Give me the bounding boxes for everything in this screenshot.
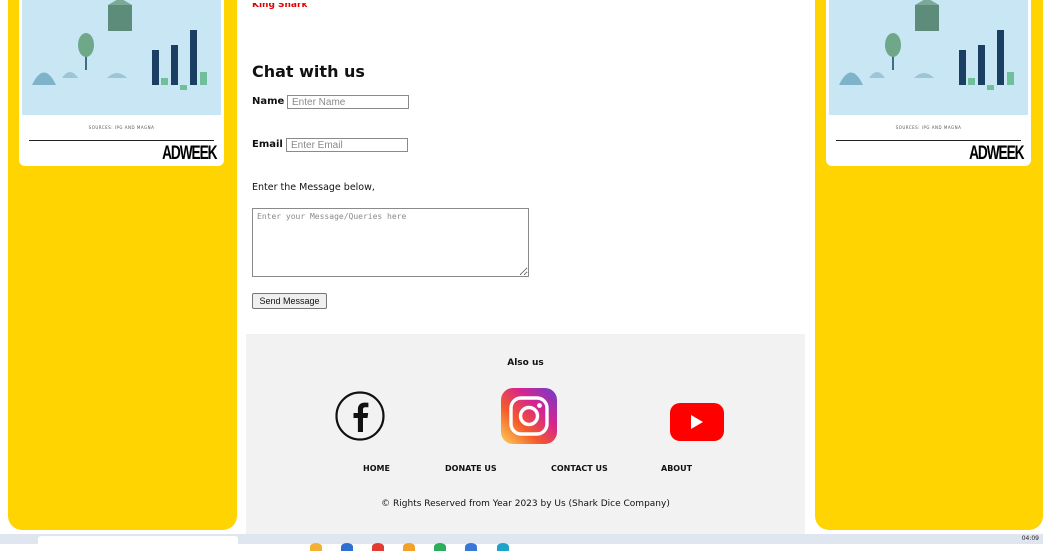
taskbar-search[interactable] [38, 536, 238, 544]
taskbar-clock: 04:09 [1021, 535, 1039, 542]
ad-divider [29, 140, 214, 141]
ad-card[interactable]: SOURCES: IPG AND MAGNA ADWEEK [19, 0, 224, 166]
article-kicker[interactable]: King Shark [252, 3, 307, 12]
left-ad-panel: SOURCES: IPG AND MAGNA ADWEEK [8, 0, 237, 530]
ad-sources: SOURCES: IPG AND MAGNA [88, 125, 155, 130]
ad-sources: SOURCES: IPG AND MAGNA [895, 125, 962, 130]
youtube-icon[interactable] [670, 403, 724, 441]
app-icon[interactable] [310, 543, 322, 551]
ad-card[interactable]: SOURCES: IPG AND MAGNA ADWEEK [826, 0, 1031, 166]
ad-divider [836, 140, 1021, 141]
app-icon[interactable] [465, 543, 478, 551]
footer-nav-about[interactable]: ABOUT [661, 464, 692, 473]
footer: Also us HOME DONATE US CONTACT US ABOUT … [246, 334, 805, 534]
email-label: Email [252, 139, 283, 150]
message-textarea[interactable] [252, 208, 529, 277]
facebook-icon[interactable] [334, 390, 386, 442]
name-label: Name [252, 96, 285, 107]
ad-logo: ADWEEK [161, 143, 217, 164]
app-icon[interactable] [341, 543, 354, 551]
copyright-text: © Rights Reserved from Year 2023 by Us (… [381, 499, 670, 509]
also-us-heading: Also us [507, 358, 544, 368]
email-input[interactable] [286, 138, 408, 152]
ad-illustration [22, 0, 221, 115]
send-message-button[interactable]: Send Message [252, 293, 327, 309]
footer-nav-home[interactable]: HOME [363, 464, 390, 473]
main-content: King Shark Chat with us Name Email Enter… [237, 0, 815, 544]
app-icon[interactable] [496, 543, 509, 551]
name-input[interactable] [287, 95, 409, 109]
ad-illustration [829, 0, 1028, 115]
right-ad-panel: SOURCES: IPG AND MAGNA ADWEEK [815, 0, 1043, 530]
taskbar-icons [310, 536, 640, 551]
ad-logo: ADWEEK [968, 143, 1024, 164]
taskbar: 04:09 [0, 534, 1043, 551]
footer-nav-donate[interactable]: DONATE US [445, 464, 497, 473]
chat-title: Chat with us [252, 62, 365, 81]
app-icon[interactable] [372, 543, 385, 551]
instagram-icon[interactable] [501, 388, 557, 444]
app-icon[interactable] [403, 543, 416, 551]
footer-nav-contact[interactable]: CONTACT US [551, 464, 608, 473]
message-prompt: Enter the Message below, [252, 182, 375, 193]
app-icon[interactable] [434, 543, 447, 551]
